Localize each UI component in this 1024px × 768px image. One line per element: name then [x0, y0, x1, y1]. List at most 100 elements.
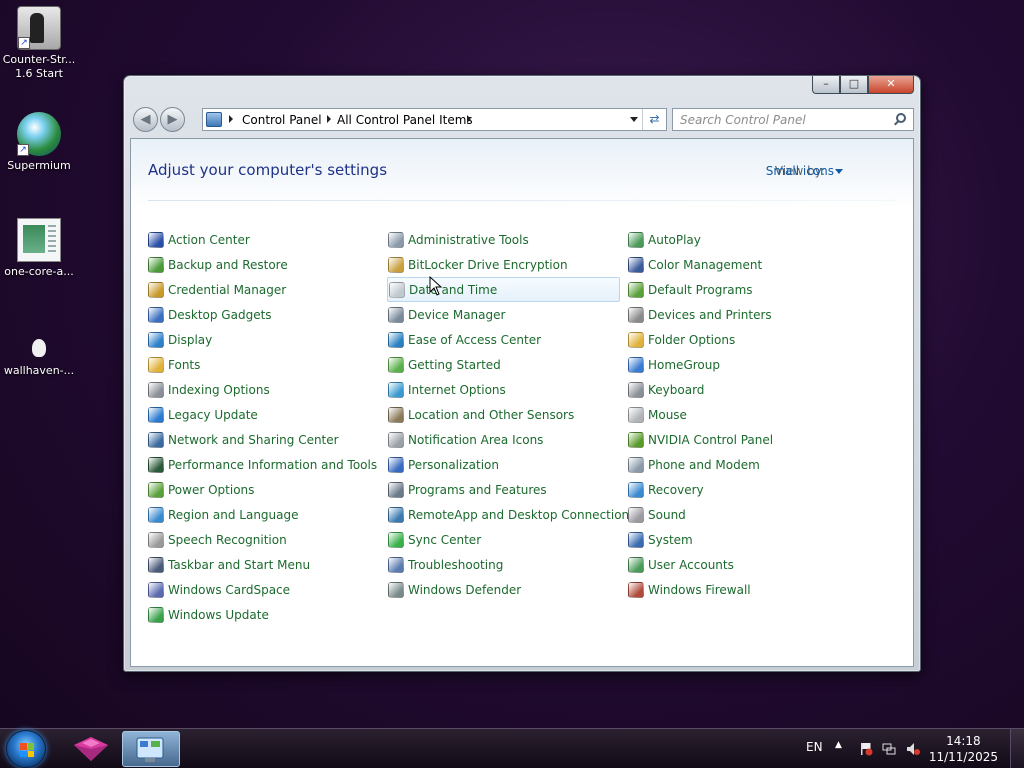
cp-item-display[interactable]: Display [147, 327, 377, 352]
search-box[interactable] [672, 108, 914, 131]
cp-item-windows-cardspace[interactable]: Windows CardSpace [147, 577, 377, 602]
cp-item-notification-area-icons[interactable]: Notification Area Icons [387, 427, 635, 452]
cp-item-mouse[interactable]: Mouse [627, 402, 773, 427]
forward-button[interactable]: ▶ [160, 107, 185, 132]
desktop-icon-one-core[interactable]: one-core-a... [0, 218, 78, 279]
cp-item-internet-options[interactable]: Internet Options [387, 377, 635, 402]
cp-item-windows-update[interactable]: Windows Update [147, 602, 377, 627]
chevron-down-icon[interactable] [835, 169, 843, 174]
cp-item-ease-of-access-center[interactable]: Ease of Access Center [387, 327, 635, 352]
cp-item-devices-and-printers[interactable]: Devices and Printers [627, 302, 773, 327]
cp-item-location-and-other-sensors[interactable]: Location and Other Sensors [387, 402, 635, 427]
cp-item-remoteapp-and-desktop-connections[interactable]: RemoteApp and Desktop Connections [387, 502, 635, 527]
language-indicator[interactable]: EN [806, 740, 823, 754]
cp-item-user-accounts[interactable]: User Accounts [627, 552, 773, 577]
cp-item-system[interactable]: System [627, 527, 773, 552]
desktop-icon-supermium[interactable]: ↗ Supermium [0, 112, 78, 173]
cp-item-performance-information-and-tools[interactable]: Performance Information and Tools [147, 452, 377, 477]
document-icon [17, 218, 61, 262]
view-by-dropdown[interactable]: Small icons [766, 164, 834, 178]
cp-item-taskbar-and-start-menu[interactable]: Taskbar and Start Menu [147, 552, 377, 577]
network-icon[interactable] [882, 742, 896, 756]
search-input[interactable] [673, 109, 883, 131]
desktop-icon-wallhaven[interactable]: wallhaven-... [0, 335, 78, 378]
cp-item-label: Ease of Access Center [408, 332, 542, 347]
address-history-dropdown-icon[interactable] [630, 117, 638, 122]
breadcrumb-separator-icon[interactable] [327, 115, 331, 123]
cp-item-windows-firewall[interactable]: Windows Firewall [627, 577, 773, 602]
desktop-icon-counter-strike[interactable]: ↗ Counter-Str... 1.6 Start [0, 6, 78, 81]
cp-item-sound[interactable]: Sound [627, 502, 773, 527]
cp-item-label: Legacy Update [168, 407, 258, 422]
cp-item-label: Devices and Printers [648, 307, 772, 322]
shortcut-arrow-icon: ↗ [17, 144, 29, 156]
refresh-button[interactable]: ⇄ [642, 109, 666, 130]
cp-item-nvidia-control-panel[interactable]: NVIDIA Control Panel [627, 427, 773, 452]
show-desktop-button[interactable] [1010, 729, 1024, 768]
cp-item-credential-manager[interactable]: Credential Manager [147, 277, 377, 302]
maximize-button[interactable]: □ [840, 76, 868, 94]
cp-item-label: Region and Language [168, 507, 299, 522]
volume-muted-icon[interactable] [906, 742, 920, 756]
cp-item-phone-and-modem[interactable]: Phone and Modem [627, 452, 773, 477]
cp-item-label: Location and Other Sensors [408, 407, 575, 422]
taskbar-app-gem[interactable] [62, 731, 120, 767]
cp-item-bitlocker-drive-encryption[interactable]: BitLocker Drive Encryption [387, 252, 635, 277]
cp-item-sync-center[interactable]: Sync Center [387, 527, 635, 552]
cp-item-administrative-tools[interactable]: Administrative Tools [387, 227, 635, 252]
cp-item-personalization[interactable]: Personalization [387, 452, 635, 477]
cp-item-speech-recognition[interactable]: Speech Recognition [147, 527, 377, 552]
cp-item-power-options[interactable]: Power Options [147, 477, 377, 502]
performance-icon [148, 456, 164, 473]
cp-item-programs-and-features[interactable]: Programs and Features [387, 477, 635, 502]
cp-item-color-management[interactable]: Color Management [627, 252, 773, 277]
breadcrumb-separator-icon[interactable] [229, 115, 233, 123]
cp-item-label: Network and Sharing Center [168, 432, 339, 447]
control-panel-taskbar-icon [136, 737, 164, 762]
display-icon [148, 331, 164, 348]
troubleshooting-icon [388, 556, 404, 573]
cp-item-action-center[interactable]: Action Center [147, 227, 377, 252]
address-bar[interactable]: Control Panel All Control Panel Items ⇄ [202, 108, 667, 131]
cp-item-getting-started[interactable]: Getting Started [387, 352, 635, 377]
cp-item-label: Date and Time [409, 282, 498, 297]
cp-item-backup-and-restore[interactable]: Backup and Restore [147, 252, 377, 277]
breadcrumb-control-panel[interactable]: Control Panel [242, 113, 322, 127]
cp-item-troubleshooting[interactable]: Troubleshooting [387, 552, 635, 577]
breadcrumb-all-items[interactable]: All Control Panel Items [337, 113, 473, 127]
defender-icon [388, 581, 404, 598]
clock[interactable]: 14:18 11/11/2025 [929, 733, 998, 765]
cp-item-legacy-update[interactable]: Legacy Update [147, 402, 377, 427]
breadcrumb-separator-icon[interactable] [467, 115, 471, 123]
clock-time: 14:18 [946, 734, 981, 748]
cp-item-default-programs[interactable]: Default Programs [627, 277, 773, 302]
cp-item-recovery[interactable]: Recovery [627, 477, 773, 502]
cp-item-network-and-sharing-center[interactable]: Network and Sharing Center [147, 427, 377, 452]
cp-item-folder-options[interactable]: Folder Options [627, 327, 773, 352]
cp-item-homegroup[interactable]: HomeGroup [627, 352, 773, 377]
control-panel-window[interactable]: – □ ✕ ◀ ▶ Control Panel All Control Pane… [123, 75, 921, 672]
back-button[interactable]: ◀ [133, 107, 158, 132]
internet-icon [388, 381, 404, 398]
cp-item-fonts[interactable]: Fonts [147, 352, 377, 377]
show-hidden-icons-button[interactable]: ▲ [835, 740, 842, 750]
cp-item-label: Power Options [168, 482, 255, 497]
cp-item-label: BitLocker Drive Encryption [408, 257, 568, 272]
minimize-button[interactable]: – [812, 76, 840, 94]
cp-item-label: Windows Defender [408, 582, 522, 597]
start-button[interactable] [6, 730, 46, 768]
action-center-flag-icon[interactable] [859, 742, 873, 756]
cp-item-desktop-gadgets[interactable]: Desktop Gadgets [147, 302, 377, 327]
close-button[interactable]: ✕ [868, 76, 914, 94]
cp-item-windows-defender[interactable]: Windows Defender [387, 577, 635, 602]
update-icon [148, 406, 164, 423]
cp-item-device-manager[interactable]: Device Manager [387, 302, 635, 327]
cp-item-region-and-language[interactable]: Region and Language [147, 502, 377, 527]
taskbar-app-control-panel[interactable] [122, 731, 180, 767]
cp-item-date-and-time[interactable]: Date and Time [387, 277, 620, 302]
search-icon[interactable] [896, 113, 906, 123]
cp-item-indexing-options[interactable]: Indexing Options [147, 377, 377, 402]
cp-item-keyboard[interactable]: Keyboard [627, 377, 773, 402]
nvidia-icon [628, 431, 644, 448]
cp-item-autoplay[interactable]: AutoPlay [627, 227, 773, 252]
